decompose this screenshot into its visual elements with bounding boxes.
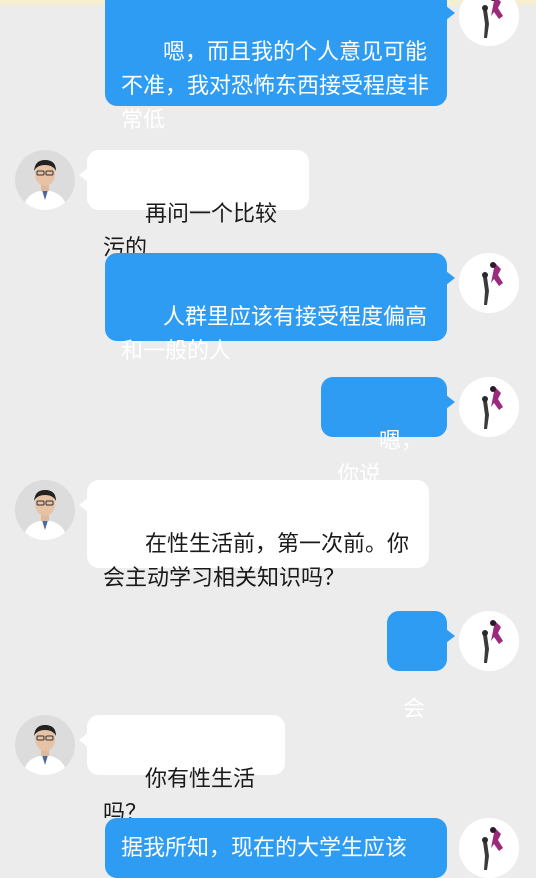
message-text: 据我所知，现在的大学生应该 (121, 836, 408, 861)
user-avatar-icon[interactable] (459, 377, 519, 437)
message-row-outgoing: 人群里应该有接受程度偏高和一般的人 (0, 253, 536, 364)
message-row-incoming: 在性生活前，第一次前。你会主动学习相关知识吗？ (0, 480, 536, 591)
chat-bubble-incoming[interactable]: 再问一个比较污的 (79, 150, 309, 261)
chat-bubble-incoming[interactable]: 你有性生活吗？ (79, 715, 285, 826)
chat-thread[interactable]: 嗯，而且我的个人意见可能不准，我对恐怖东西接受程度非常低 再问一个比较污的 人群… (0, 0, 536, 878)
chat-bubble-outgoing[interactable]: 人群里应该有接受程度偏高和一般的人 (105, 253, 455, 364)
message-row-outgoing: 会 (0, 611, 536, 722)
message-row-outgoing: 据我所知，现在的大学生应该 (0, 818, 536, 878)
message-text: 在性生活前，第一次前。你会主动学习相关知识吗？ (103, 532, 409, 591)
doctor-avatar-icon[interactable] (15, 480, 75, 540)
user-avatar-icon[interactable] (459, 611, 519, 671)
chat-bubble-incoming[interactable]: 在性生活前，第一次前。你会主动学习相关知识吗？ (79, 480, 429, 591)
message-row-incoming: 你有性生活吗？ (0, 715, 536, 826)
message-row-outgoing: 嗯，而且我的个人意见可能不准，我对恐怖东西接受程度非常低 (0, 0, 536, 133)
doctor-avatar-icon[interactable] (15, 150, 75, 210)
chat-bubble-outgoing[interactable]: 嗯，你说 (321, 377, 455, 488)
chat-bubble-outgoing[interactable]: 据我所知，现在的大学生应该 (105, 818, 447, 878)
user-avatar-icon[interactable] (459, 0, 519, 46)
message-row-outgoing: 嗯，你说 (0, 377, 536, 488)
chat-bubble-outgoing[interactable]: 会 (387, 611, 455, 722)
doctor-avatar-icon[interactable] (15, 715, 75, 775)
chat-bubble-outgoing[interactable]: 嗯，而且我的个人意见可能不准，我对恐怖东西接受程度非常低 (105, 0, 455, 133)
user-avatar-icon[interactable] (459, 253, 519, 313)
user-avatar-icon[interactable] (459, 818, 519, 878)
message-row-incoming: 再问一个比较污的 (0, 150, 536, 261)
message-text: 嗯，而且我的个人意见可能不准，我对恐怖东西接受程度非常低 (121, 40, 430, 133)
message-text: 人群里应该有接受程度偏高和一般的人 (121, 305, 427, 364)
